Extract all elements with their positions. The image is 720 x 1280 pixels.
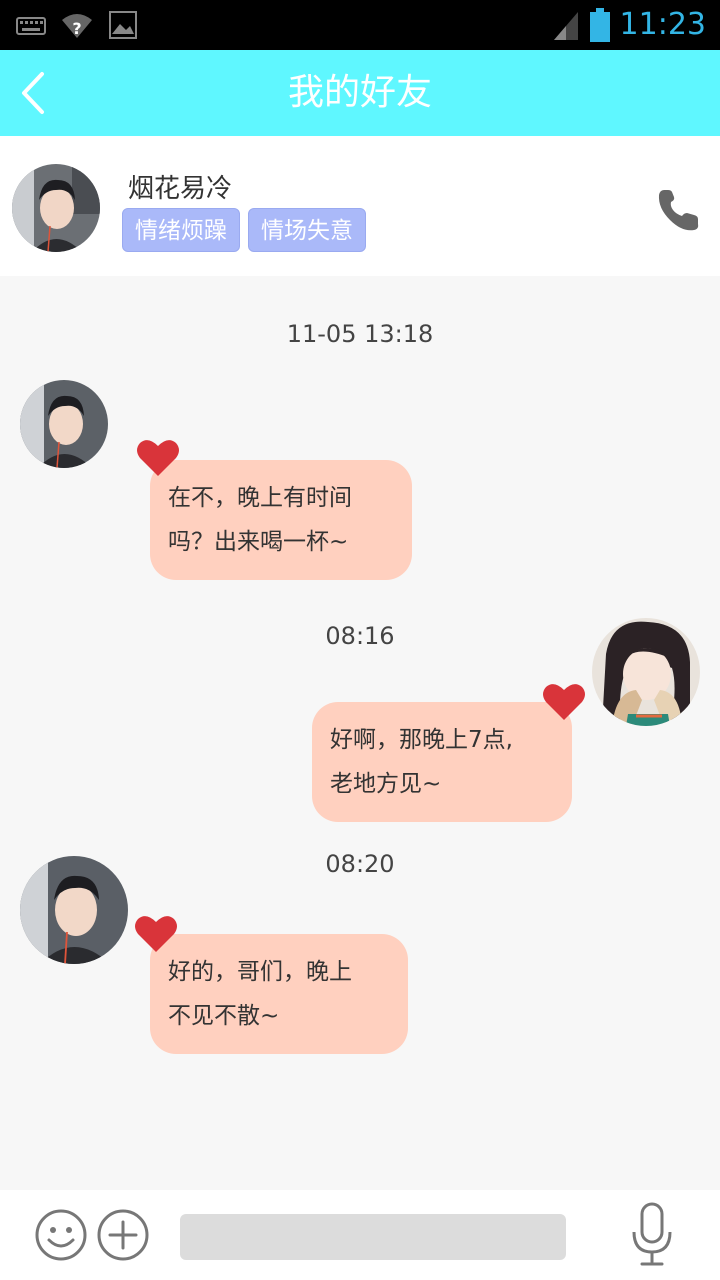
- microphone-icon: [632, 1202, 672, 1266]
- call-button[interactable]: [654, 186, 702, 234]
- input-bar: [0, 1190, 720, 1280]
- friend-avatar[interactable]: [20, 380, 108, 468]
- mood-tags: 情绪烦躁 情场失意: [122, 208, 366, 252]
- emoji-button[interactable]: [34, 1208, 88, 1262]
- message-line: 老地方见~: [330, 771, 442, 797]
- keyboard-icon: [16, 17, 46, 35]
- female-avatar-image: [592, 618, 700, 726]
- friend-name: 烟花易冷: [128, 174, 233, 204]
- message-line: 在不，晚上有时间: [168, 485, 352, 511]
- male-avatar-image: [20, 856, 128, 964]
- status-bar: ? 11:23: [0, 0, 720, 50]
- message-bubble-received[interactable]: 在不，晚上有时间 吗？出来喝一杯~: [150, 460, 412, 580]
- heart-icon: [137, 440, 179, 476]
- voice-button[interactable]: [630, 1202, 674, 1268]
- add-attachment-button[interactable]: [96, 1208, 150, 1262]
- message-bubble-sent[interactable]: 好啊，那晚上7点, 老地方见~: [312, 702, 572, 822]
- plus-circle-icon: [97, 1209, 149, 1261]
- clock: 11:23: [619, 7, 706, 42]
- message-line: 不见不散~: [168, 1003, 280, 1029]
- friend-avatar[interactable]: [12, 164, 100, 252]
- battery-icon: [589, 8, 610, 42]
- message-bubble-received[interactable]: 好的，哥们，晚上 不见不散~: [150, 934, 408, 1054]
- mood-tag[interactable]: 情场失意: [248, 208, 366, 252]
- signal-icon: [553, 12, 578, 40]
- friend-avatar[interactable]: [20, 856, 128, 964]
- male-avatar-image: [12, 164, 100, 252]
- message-line: 好啊，那晚上7点,: [330, 727, 513, 753]
- message-timestamp: 11-05 13:18: [286, 320, 434, 348]
- friend-card: 烟花易冷 情绪烦躁 情场失意: [0, 136, 720, 276]
- smiley-icon: [35, 1209, 87, 1261]
- male-avatar-image: [20, 380, 108, 468]
- my-avatar[interactable]: [592, 618, 700, 726]
- heart-icon: [543, 684, 585, 720]
- image-icon: [109, 11, 137, 39]
- page-title: 我的好友: [287, 72, 432, 113]
- app-header: 我的好友: [0, 50, 720, 136]
- phone-icon: [658, 190, 699, 231]
- mood-tag[interactable]: 情绪烦躁: [122, 208, 240, 252]
- chat-area: 11-05 13:18 在不，晚上有时间 吗？出来喝一杯~ 08:16 好啊，那…: [0, 276, 720, 1190]
- message-input[interactable]: [180, 1214, 566, 1260]
- wifi-question-icon: ?: [62, 14, 92, 38]
- message-line: 吗？出来喝一杯~: [168, 529, 349, 555]
- heart-icon: [135, 916, 177, 952]
- message-line: 好的，哥们，晚上: [168, 959, 352, 985]
- svg-text:?: ?: [72, 19, 81, 38]
